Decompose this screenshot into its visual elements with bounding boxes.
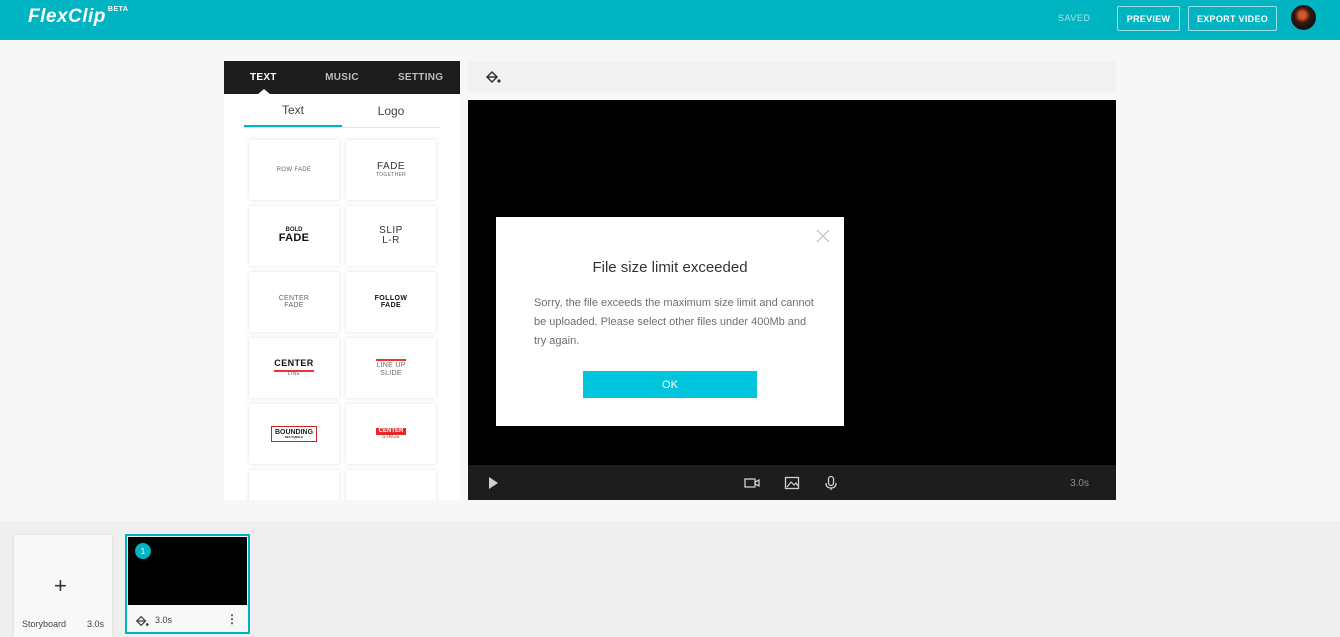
- text-style-partial[interactable]: [249, 470, 339, 500]
- video-camera-icon[interactable]: [744, 475, 760, 491]
- flexclip-logo[interactable]: FlexClip BETA: [28, 6, 128, 28]
- image-icon[interactable]: [784, 475, 800, 491]
- file-size-error-dialog: File size limit exceeded Sorry, the file…: [496, 217, 844, 426]
- text-style-bold-fade[interactable]: BOLD FADE: [249, 206, 339, 266]
- dialog-title: File size limit exceeded: [592, 259, 748, 276]
- ok-button[interactable]: OK: [583, 371, 757, 398]
- player-controls: 3.0s: [468, 465, 1116, 500]
- player-duration: 3.0s: [1070, 478, 1089, 489]
- preview-button[interactable]: PREVIEW: [1117, 6, 1180, 31]
- text-style-grid: ROW FADE FADE TOGETHER BOLD FADE SLIP L-…: [224, 128, 460, 500]
- style-label: LINE UP: [376, 359, 406, 369]
- tab-setting[interactable]: SETTING: [381, 61, 460, 94]
- beta-badge: BETA: [107, 6, 129, 13]
- subtab-logo[interactable]: Logo: [342, 94, 440, 127]
- saved-status: SAVED: [1058, 13, 1091, 23]
- style-sublabel: STAGE: [381, 433, 401, 440]
- text-style-fade-together[interactable]: FADE TOGETHER: [346, 140, 436, 200]
- text-style-bounding-rectangle[interactable]: BOUNDING RECTANGLE: [249, 404, 339, 464]
- storyboard-duration: 3.0s: [86, 619, 104, 629]
- add-scene-button[interactable]: + Storyboard 3.0s: [14, 535, 112, 637]
- text-style-center-line[interactable]: CENTER LINE: [249, 338, 339, 398]
- tab-music[interactable]: MUSIC: [303, 61, 382, 94]
- text-style-partial[interactable]: [346, 470, 436, 500]
- paint-bucket-icon[interactable]: [135, 614, 149, 628]
- style-label: CENTER: [274, 358, 314, 372]
- style-sublabel: L-R: [382, 235, 400, 246]
- style-sublabel: FADE: [380, 302, 402, 309]
- style-label: ROW FADE: [276, 166, 312, 173]
- style-sublabel: FADE: [284, 302, 304, 309]
- canvas-toolbar: [468, 61, 1116, 92]
- user-avatar[interactable]: [1291, 5, 1316, 30]
- style-sublabel: TOGETHER: [375, 171, 407, 178]
- plus-icon: +: [54, 573, 67, 598]
- edit-panel: TEXT MUSIC SETTING Text Logo ROW FADE FA…: [224, 61, 460, 500]
- style-sublabel: RECTANGLE: [284, 435, 304, 440]
- paint-bucket-icon[interactable]: [485, 69, 501, 85]
- close-icon[interactable]: [816, 229, 830, 243]
- text-style-line-up-slide[interactable]: LINE UP SLIDE: [346, 338, 436, 398]
- dialog-message: Sorry, the file exceeds the maximum size…: [534, 297, 814, 347]
- top-bar: FlexClip BETA SAVED PREVIEW EXPORT VIDEO: [0, 0, 1340, 40]
- export-video-button[interactable]: EXPORT VIDEO: [1188, 6, 1277, 31]
- play-icon[interactable]: [485, 475, 501, 491]
- style-sublabel: SLIDE: [380, 369, 402, 377]
- text-style-center-fade[interactable]: CENTER FADE: [249, 272, 339, 332]
- style-box: BOUNDING RECTANGLE: [270, 425, 318, 443]
- logo-text: FlexClip: [28, 6, 106, 27]
- text-subtabs: Text Logo: [244, 94, 440, 128]
- microphone-icon[interactable]: [823, 475, 839, 491]
- scene-number-badge: 1: [135, 543, 151, 559]
- style-label: FOLLOW: [374, 294, 408, 302]
- subtab-text[interactable]: Text: [244, 94, 342, 127]
- storyboard: + Storyboard 3.0s 1 3.0s ⋮: [0, 521, 1340, 637]
- panel-tabs: TEXT MUSIC SETTING: [224, 61, 460, 94]
- text-style-row-fade[interactable]: ROW FADE: [249, 140, 339, 200]
- scene-clip[interactable]: 1 3.0s ⋮: [125, 534, 250, 634]
- text-style-slip-lr[interactable]: SLIP L-R: [346, 206, 436, 266]
- style-sublabel: LINE: [287, 370, 301, 377]
- style-label: CENTER: [278, 294, 310, 302]
- storyboard-label: Storyboard: [22, 619, 67, 629]
- text-style-follow-fade[interactable]: FOLLOW FADE: [346, 272, 436, 332]
- style-sublabel: FADE: [278, 232, 310, 245]
- scene-duration: 3.0s: [155, 615, 173, 625]
- text-style-center-stage[interactable]: CENTER STAGE: [346, 404, 436, 464]
- more-options-icon[interactable]: ⋮: [226, 612, 238, 626]
